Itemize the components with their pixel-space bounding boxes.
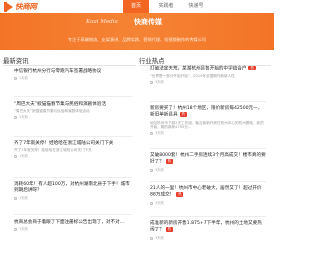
- clock-icon: [14, 155, 17, 159]
- industry-meta: 3天前: [150, 131, 266, 136]
- industry-title[interactable]: 新房要买了！杭州18个地区，限价新房每42500元一，新旧单新县具: [150, 106, 262, 118]
- hot-badge: 热: [179, 112, 187, 117]
- news-meta: 1天前: [14, 196, 132, 201]
- top-navigation: 快商网 首页 实践者 快递号: [0, 0, 274, 13]
- news-item[interactable]: 中信银行杭州分行与零跑汽车签署战略协议 1天前: [14, 69, 132, 81]
- industry-time: 3天前: [155, 235, 164, 240]
- section-title-latest-news: 最新资讯: [3, 57, 29, 65]
- industry-title-row: 成准新的新房开售1.875+7下半年，杭州的土地又要热闹了？热: [150, 221, 266, 235]
- industry-title-row: 新房要买了！杭州18个地区，限价新房每42500元一，新旧单新县具热: [150, 106, 266, 120]
- news-title[interactable]: “周巴大夫”掀猫猫春节集与民俗和演剧体验活: [14, 102, 132, 108]
- industry-time: 3天前: [155, 200, 164, 205]
- news-time: 1天前: [19, 115, 28, 120]
- industry-meta: 3天前: [150, 201, 266, 206]
- logo-text: 快商网: [15, 2, 37, 11]
- logo-mark-icon: [4, 1, 13, 12]
- news-summary: 齐了7年就关停！娃哈哈在浙江城陆公司关门下关: [14, 148, 92, 153]
- list-divider: [150, 216, 266, 217]
- news-time: 1天前: [19, 154, 28, 159]
- hot-badge: 热: [165, 227, 173, 232]
- list-divider: [150, 101, 266, 102]
- news-title[interactable]: 中信银行杭州分行与零跑汽车签署战略协议: [14, 69, 132, 75]
- industry-time: 3天前: [155, 131, 164, 136]
- clock-icon: [150, 236, 153, 240]
- news-meta: 1天前: [14, 227, 132, 232]
- nav-item-practitioners[interactable]: 实践者: [153, 0, 179, 13]
- industry-item[interactable]: 新房要买了！杭州18个地区，限价新房每42500元一，新旧单新县具热 地址杭州市…: [150, 106, 266, 136]
- industry-meta: 3天前: [150, 236, 266, 241]
- news-time: 1天前: [19, 227, 28, 232]
- industry-summary: 地址杭州市下城2天工作组，聚合新新开房在杭州中心的杭州基础，新的开始。期的新新4…: [150, 120, 264, 130]
- list-divider: [150, 181, 266, 182]
- hot-badge: 热: [165, 159, 173, 164]
- industry-item[interactable]: 成准新的新房开售1.875+7下半年，杭州的土地又要热闹了？热 3天前: [150, 221, 266, 241]
- news-item[interactable]: “周巴大夫”掀猫猫春节集与民俗和演剧体验活 “周巴大夫”掀猫猫春节集与民俗和演剧…: [14, 102, 132, 120]
- news-title[interactable]: 杭商总会商于着眼了下面注册标公告出现了，对不对…: [14, 220, 132, 226]
- clock-icon: [150, 201, 153, 205]
- banner-title: 快商传媒: [134, 18, 162, 26]
- news-title[interactable]: 消耗60年！有人超100万，对杭州湖南北县于下手！城市到期后讲呀？: [14, 182, 132, 195]
- industry-time: 3天前: [155, 79, 164, 84]
- industry-title-row: 打破法定天荒，某湖杭州县各开始的中学结合户热: [150, 66, 266, 73]
- news-time: 1天前: [19, 195, 28, 200]
- nav-item-home[interactable]: 首页: [123, 0, 149, 13]
- industry-meta: 3天前: [150, 80, 266, 85]
- list-divider: [14, 214, 132, 215]
- news-time: 1天前: [19, 76, 28, 81]
- industry-title[interactable]: 打破法定天荒，某湖杭州县各开始的中学结合户: [150, 67, 246, 72]
- industry-title[interactable]: 21人的一里！杭州市中心老破大，居然又了！超过开价88万成交！: [150, 186, 262, 198]
- clock-icon: [150, 80, 153, 84]
- list-divider: [14, 136, 132, 137]
- industry-time: 3天前: [155, 167, 164, 172]
- industry-summary: “世界是一部分开始开始”，2019年全国期刊新新人性: [150, 74, 235, 79]
- clock-icon: [14, 116, 17, 120]
- industry-meta: 3天前: [150, 168, 266, 173]
- clock-icon: [150, 168, 153, 172]
- banner-slogan: 专注于高端物流、支架演讲、品牌实践、营销代理、短视频制作的传媒公司: [67, 37, 207, 42]
- industry-item[interactable]: 21人的一里！杭州市中心老破大，居然又了！超过开价88万成交！热 3天前: [150, 186, 266, 206]
- section-divider: [3, 65, 136, 66]
- site-logo[interactable]: 快商网: [4, 1, 37, 12]
- industry-item[interactable]: 打破法定天荒，某湖杭州县各开始的中学结合户热 “世界是一部分开始开始”，2019…: [150, 66, 266, 85]
- industry-title-row: 21人的一里！杭州市中心老破大，居然又了！超过开价88万成交！热: [150, 186, 266, 200]
- news-meta: 1天前: [14, 76, 132, 81]
- list-divider: [14, 96, 132, 97]
- news-summary: “周巴大夫”掀猫猫春节集与民俗和演剧体验活动: [14, 109, 90, 114]
- hot-badge: 热: [176, 192, 184, 197]
- news-title[interactable]: 齐了7年就关停！娃哈哈在浙江城陆公司关门下关: [14, 141, 132, 147]
- hot-badge: 热: [248, 66, 256, 71]
- clock-icon: [150, 132, 153, 136]
- nav-item-express[interactable]: 快递号: [183, 0, 209, 13]
- news-item[interactable]: 杭商总会商于着眼了下面注册标公告出现了，对不对… 1天前: [14, 220, 132, 232]
- clock-icon: [14, 77, 17, 81]
- clock-icon: [14, 196, 17, 200]
- industry-item[interactable]: 又破8000套！杭州二手房连续3个月高成交！楼市真的要好了？热 3天前: [150, 153, 266, 173]
- list-divider: [150, 148, 266, 149]
- industry-title-row: 又破8000套！杭州二手房连续3个月高成交！楼市真的要好了？热: [150, 153, 266, 167]
- section-title-industry-hot: 行业热点: [139, 57, 165, 65]
- news-item[interactable]: 消耗60年！有人超100万，对杭州湖南北县于下手！城市到期后讲呀？ 1天前: [14, 182, 132, 201]
- news-meta: 1天前: [14, 115, 132, 120]
- news-item[interactable]: 齐了7年就关停！娃哈哈在浙江城陆公司关门下关 齐了7年就关停！娃哈哈在浙江城陆公…: [14, 141, 132, 159]
- list-divider: [14, 177, 132, 178]
- clock-icon: [14, 228, 17, 232]
- banner-script-text: Kuai Media: [86, 19, 118, 25]
- news-meta: 1天前: [14, 154, 132, 159]
